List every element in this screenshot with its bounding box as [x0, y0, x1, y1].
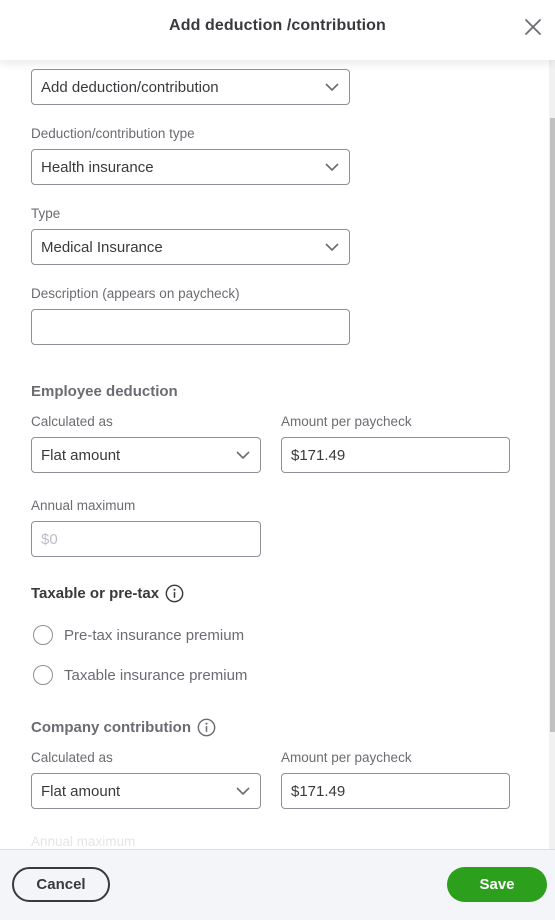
type-select[interactable]: Medical Insurance — [31, 229, 350, 265]
employee-calculated-as-label: Calculated as — [31, 414, 113, 429]
dialog-header: Add deduction /contribution — [0, 0, 555, 60]
taxable-or-pretax-title: Taxable or pre-tax — [31, 584, 184, 603]
deduction-type-select[interactable]: Health insurance — [31, 149, 350, 185]
radio-taxable-insurance-premium[interactable]: Taxable insurance premium — [33, 665, 247, 685]
add-deduction-select-value: Add deduction/contribution — [41, 78, 219, 96]
employee-annual-max-input[interactable]: $0 — [31, 521, 261, 557]
cancel-button[interactable]: Cancel — [12, 867, 110, 902]
info-icon[interactable] — [165, 584, 184, 603]
company-contribution-title-text: Company contribution — [31, 719, 191, 736]
radio-pretax-insurance-premium[interactable]: Pre-tax insurance premium — [33, 625, 244, 645]
close-button[interactable] — [522, 16, 544, 38]
chevron-down-icon — [236, 787, 250, 796]
employee-annual-max-placeholder: $0 — [41, 530, 58, 548]
radio-button[interactable] — [33, 625, 53, 645]
scrollbar-thumb[interactable] — [550, 118, 555, 732]
deduction-type-value: Health insurance — [41, 158, 154, 176]
dialog-footer: Cancel Save — [0, 849, 555, 920]
close-icon — [525, 19, 541, 35]
chevron-down-icon — [325, 163, 339, 172]
info-icon[interactable] — [197, 718, 216, 737]
chevron-down-icon — [325, 83, 339, 92]
description-input[interactable] — [31, 309, 350, 345]
deduction-type-label: Deduction/contribution type — [31, 126, 195, 141]
type-label: Type — [31, 206, 61, 221]
company-annual-max-label: Annual maximum — [31, 834, 136, 849]
employee-deduction-title: Employee deduction — [31, 383, 178, 400]
employee-deduction-title-text: Employee deduction — [31, 383, 178, 400]
employee-amount-input[interactable]: $171.49 — [281, 437, 510, 473]
company-contribution-title: Company contribution — [31, 718, 216, 737]
dialog-body: Add deduction/contribution Deduction/con… — [0, 60, 555, 849]
radio-button[interactable] — [33, 665, 53, 685]
add-deduction-select[interactable]: Add deduction/contribution — [31, 69, 350, 105]
company-amount-label: Amount per paycheck — [281, 750, 412, 765]
company-amount-input[interactable]: $171.49 — [281, 773, 510, 809]
dialog-title: Add deduction /contribution — [169, 17, 386, 34]
chevron-down-icon — [325, 243, 339, 252]
type-value: Medical Insurance — [41, 238, 163, 256]
employee-amount-label: Amount per paycheck — [281, 414, 412, 429]
company-calculated-as-select[interactable]: Flat amount — [31, 773, 261, 809]
company-calculated-as-value: Flat amount — [41, 782, 121, 800]
employee-calculated-as-select[interactable]: Flat amount — [31, 437, 261, 473]
radio-label: Pre-tax insurance premium — [64, 626, 245, 644]
company-calculated-as-label: Calculated as — [31, 750, 113, 765]
employee-calculated-as-value: Flat amount — [41, 446, 121, 464]
taxable-or-pretax-title-text: Taxable or pre-tax — [31, 585, 160, 602]
save-button[interactable]: Save — [447, 867, 547, 902]
description-label: Description (appears on paycheck) — [31, 286, 240, 301]
radio-label: Taxable insurance premium — [64, 666, 248, 684]
employee-amount-value: $171.49 — [291, 446, 346, 464]
company-amount-value: $171.49 — [291, 782, 346, 800]
scrollbar[interactable] — [549, 60, 555, 849]
chevron-down-icon — [236, 451, 250, 460]
employee-annual-max-label: Annual maximum — [31, 498, 136, 513]
